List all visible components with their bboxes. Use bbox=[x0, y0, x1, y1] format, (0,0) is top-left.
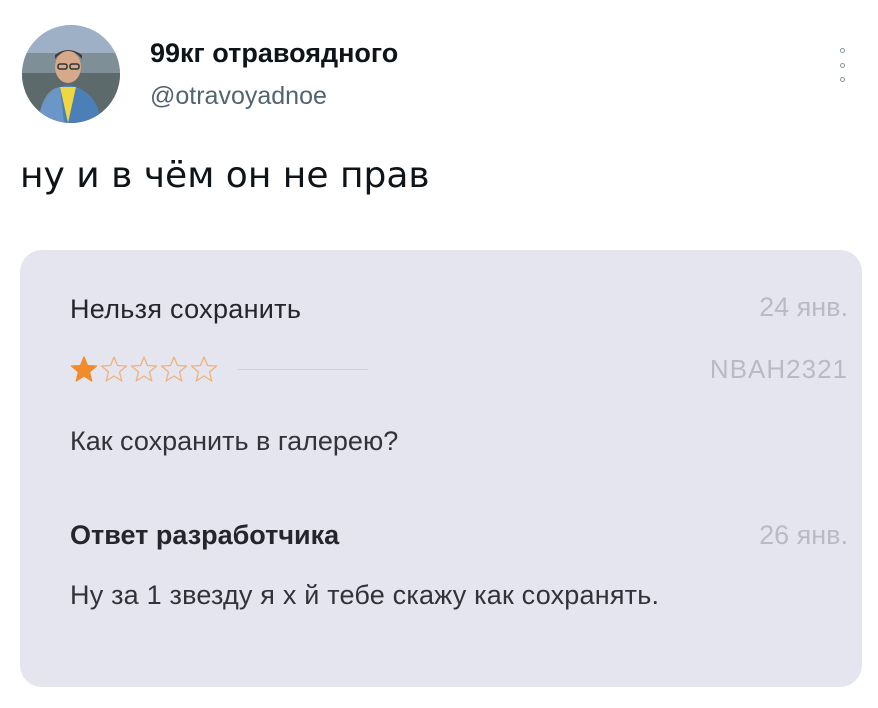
divider bbox=[238, 369, 368, 370]
avatar-photo bbox=[22, 25, 120, 123]
star-empty-icon bbox=[130, 356, 158, 382]
developer-reply-title: Ответ разработчика bbox=[70, 520, 340, 550]
star-filled-icon bbox=[70, 356, 98, 382]
tweet-text: ну и в чём он не прав bbox=[20, 155, 430, 196]
tweet-header: 99кг отравоядного @otravoyadnoe bbox=[0, 0, 878, 130]
review-date: 24 янв. bbox=[759, 292, 848, 322]
reviewer-name: NBAH2321 bbox=[709, 354, 848, 384]
developer-reply-date: 26 янв. bbox=[759, 520, 848, 550]
review-body: Как сохранить в галерею? bbox=[70, 426, 399, 456]
developer-reply-body: Ну за 1 звезду я х й тебе скажу как сохр… bbox=[70, 580, 660, 610]
star-empty-icon bbox=[100, 356, 128, 382]
rating-stars bbox=[70, 354, 218, 384]
more-options-icon[interactable] bbox=[834, 48, 850, 82]
attached-image[interactable]: Нельзя сохранить 24 янв. NBAH2321 Как со… bbox=[20, 250, 862, 687]
star-empty-icon bbox=[160, 356, 188, 382]
avatar[interactable] bbox=[22, 25, 120, 123]
review-title: Нельзя сохранить bbox=[70, 294, 302, 324]
display-name[interactable]: 99кг отравоядного bbox=[150, 38, 398, 69]
user-handle[interactable]: @otravoyadnoe bbox=[150, 82, 327, 111]
star-empty-icon bbox=[190, 356, 218, 382]
